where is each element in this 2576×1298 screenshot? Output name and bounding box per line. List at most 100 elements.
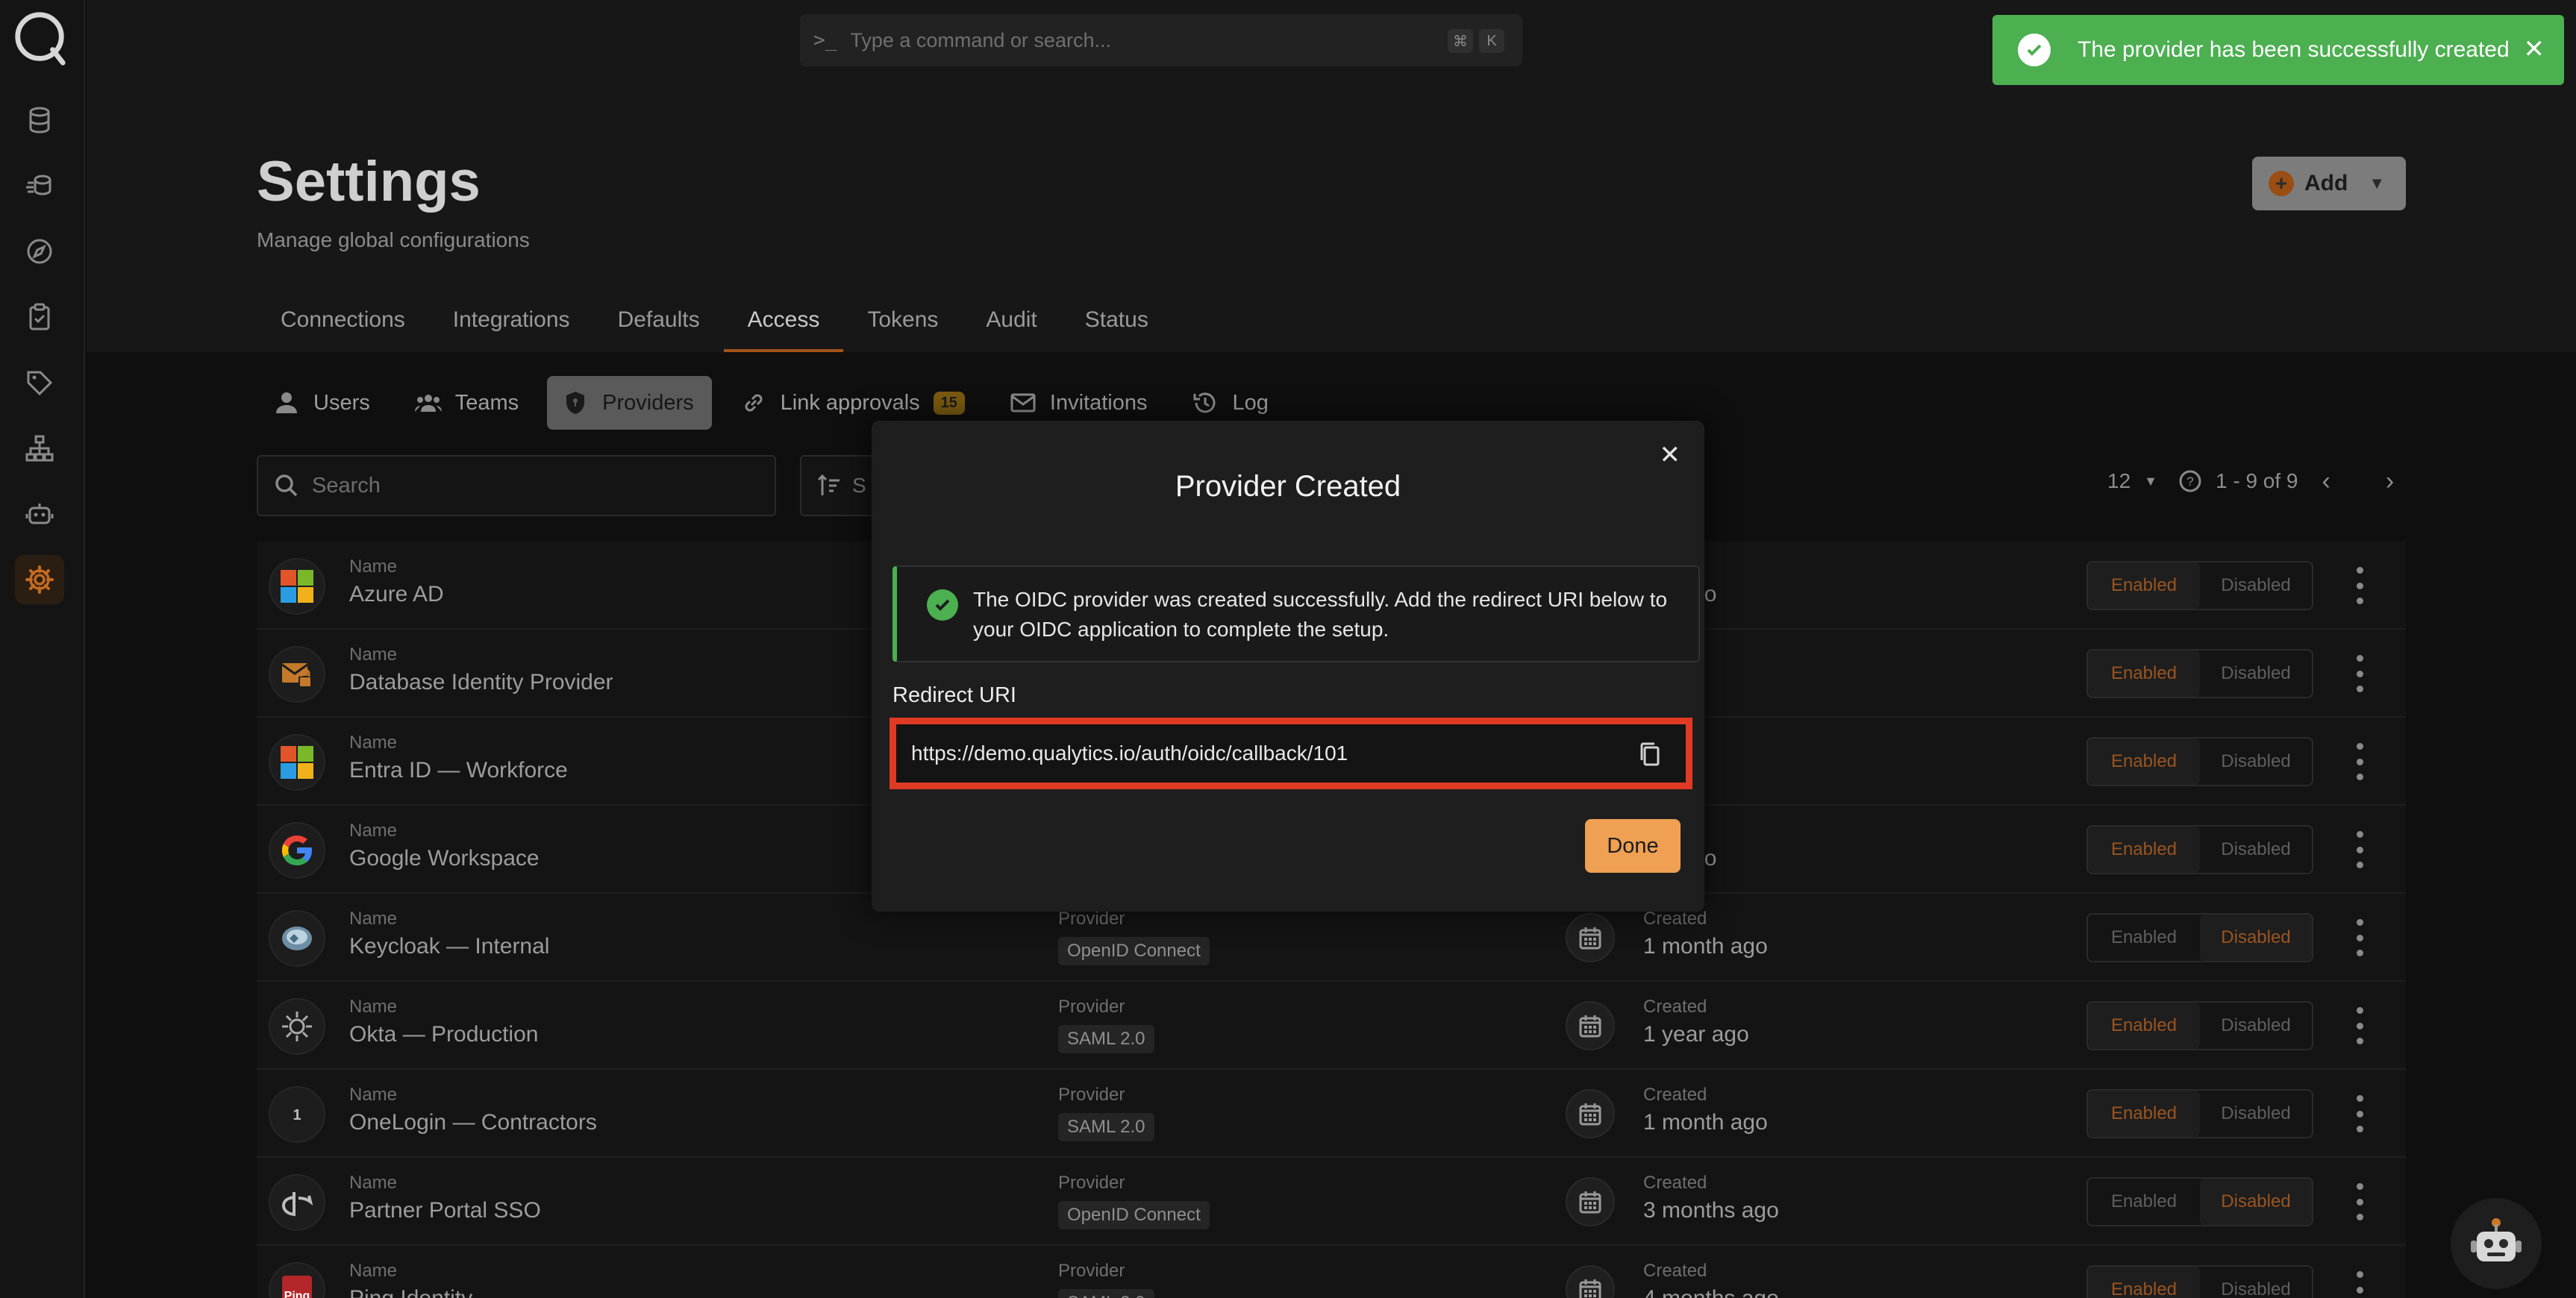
log-label: Log <box>1232 390 1269 415</box>
provider-name: Azure AD <box>349 582 444 606</box>
command-search-bar[interactable]: >_ Type a command or search... ⌘ K <box>800 14 1522 66</box>
created-value: 1 month ago <box>1643 934 1768 959</box>
sort-label: S <box>852 474 866 497</box>
tab-access[interactable]: Access <box>723 303 844 352</box>
enable-toggle: Enabled Disabled <box>2086 1089 2313 1138</box>
disabled-option[interactable]: Disabled <box>2200 562 2312 609</box>
disabled-option[interactable]: Disabled <box>2200 1091 2312 1137</box>
provider-type-label: Provider <box>1058 1261 1125 1281</box>
enable-toggle: Enabled Disabled <box>2086 737 2313 786</box>
calendar-icon <box>1566 913 1615 962</box>
enabled-option[interactable]: Enabled <box>2088 1091 2200 1137</box>
name-label: Name <box>349 645 398 665</box>
subnav-users[interactable]: Users <box>257 376 387 430</box>
search-input[interactable]: Search <box>257 455 776 516</box>
sidebar <box>0 0 85 1298</box>
enabled-option[interactable]: Enabled <box>2088 1003 2200 1049</box>
enabled-option[interactable]: Enabled <box>2088 827 2200 873</box>
next-page-icon[interactable]: › <box>2386 467 2394 496</box>
tab-audit[interactable]: Audit <box>962 303 1060 352</box>
disabled-option[interactable]: Disabled <box>2200 1179 2312 1225</box>
close-icon[interactable]: ✕ <box>1660 440 1681 470</box>
enabled-option[interactable]: Enabled <box>2088 650 2200 697</box>
flows-icon[interactable] <box>15 161 64 210</box>
tags-icon[interactable] <box>15 358 64 407</box>
table-row[interactable]: Ping Name Ping Identity Provider SAML 2.0 Cre… <box>257 1246 2406 1298</box>
enable-toggle: Enabled Disabled <box>2086 913 2313 962</box>
link-approvals-count-badge: 15 <box>933 391 965 415</box>
tab-status[interactable]: Status <box>1061 303 1172 352</box>
datastores-icon[interactable] <box>15 95 64 145</box>
toast-close-icon[interactable]: ✕ <box>2524 34 2545 64</box>
disabled-option[interactable]: Disabled <box>2200 739 2312 785</box>
disabled-option[interactable]: Disabled <box>2200 1267 2312 1298</box>
enabled-option[interactable]: Enabled <box>2088 739 2200 785</box>
provider-type-label: Provider <box>1058 1173 1125 1193</box>
table-row[interactable]: Name Okta — Production Provider SAML 2.0 Cre… <box>257 982 2406 1070</box>
enable-toggle: Enabled Disabled <box>2086 1177 2313 1226</box>
redirect-uri-input[interactable] <box>911 742 1598 765</box>
add-label: Add <box>2304 171 2348 195</box>
assistant-robot-button[interactable] <box>2451 1198 2542 1289</box>
more-options-icon[interactable] <box>2354 1183 2366 1220</box>
provider-type-chip: SAML 2.0 <box>1058 1025 1154 1053</box>
disabled-option[interactable]: Disabled <box>2200 827 2312 873</box>
enabled-option[interactable]: Enabled <box>2088 1179 2200 1225</box>
page-title: Settings <box>257 150 481 213</box>
tab-tokens[interactable]: Tokens <box>843 303 962 352</box>
copy-icon[interactable] <box>1636 741 1663 768</box>
history-icon <box>1193 392 1216 413</box>
name-label: Name <box>349 1085 398 1105</box>
subnav-providers[interactable]: Providers <box>547 376 712 430</box>
done-button[interactable]: Done <box>1585 819 1681 873</box>
toast-message: The provider has been successfully creat… <box>2078 37 2510 62</box>
subnav-teams[interactable]: Teams <box>398 376 535 430</box>
table-row[interactable]: 1 Name OneLogin — Contractors Provider SAML … <box>257 1070 2406 1158</box>
help-icon[interactable]: ? <box>2178 469 2202 493</box>
pagination: 12 ▼ ? 1 - 9 of 9 ‹ › <box>2107 463 2394 500</box>
dialog-title: Provider Created <box>1175 470 1401 503</box>
more-options-icon[interactable] <box>2354 567 2366 604</box>
agents-robot-icon[interactable] <box>15 489 64 539</box>
tab-connections[interactable]: Connections <box>257 303 429 352</box>
more-options-icon[interactable] <box>2354 1271 2366 1298</box>
explore-icon[interactable] <box>15 227 64 276</box>
more-options-icon[interactable] <box>2354 831 2366 868</box>
page-size-select[interactable]: 12 <box>2107 469 2130 493</box>
name-label: Name <box>349 821 398 841</box>
provider-type-label: Provider <box>1058 997 1125 1017</box>
provider-created-dialog: ✕ Provider Created The OIDC provider was… <box>872 421 1704 912</box>
more-options-icon[interactable] <box>2354 655 2366 692</box>
enabled-option[interactable]: Enabled <box>2088 915 2200 961</box>
enable-toggle: Enabled Disabled <box>2086 1001 2313 1050</box>
more-options-icon[interactable] <box>2354 1095 2366 1132</box>
disabled-option[interactable]: Disabled <box>2200 650 2312 697</box>
caret-down-icon[interactable]: ▼ <box>2144 474 2157 489</box>
settings-gear-icon[interactable] <box>15 555 64 604</box>
more-options-icon[interactable] <box>2354 919 2366 956</box>
enabled-option[interactable]: Enabled <box>2088 562 2200 609</box>
provider-name: Ping Identity <box>349 1286 472 1298</box>
enable-toggle: Enabled Disabled <box>2086 649 2313 698</box>
page-subtitle: Manage global configurations <box>257 228 530 251</box>
add-button[interactable]: + Add ▼ <box>2252 157 2406 210</box>
hierarchy-icon[interactable] <box>15 424 64 473</box>
table-row[interactable]: Name Partner Portal SSO Provider OpenID Con… <box>257 1158 2406 1246</box>
shield-icon <box>566 392 585 414</box>
tab-defaults[interactable]: Defaults <box>594 303 724 352</box>
onelogin-logo: 1 <box>269 1086 325 1143</box>
more-options-icon[interactable] <box>2354 1007 2366 1044</box>
app-logo[interactable] <box>10 9 69 67</box>
prev-page-icon[interactable]: ‹ <box>2322 467 2330 496</box>
keycloak-logo <box>269 910 325 967</box>
disabled-option[interactable]: Disabled <box>2200 1003 2312 1049</box>
enabled-option[interactable]: Enabled <box>2088 1267 2200 1298</box>
disabled-option[interactable]: Disabled <box>2200 915 2312 961</box>
ping-logo: Ping <box>269 1262 325 1298</box>
more-options-icon[interactable] <box>2354 743 2366 780</box>
microsoft-logo <box>269 558 325 615</box>
tab-integrations[interactable]: Integrations <box>429 303 594 352</box>
checks-icon[interactable] <box>15 292 64 342</box>
created-value: 3 months ago <box>1643 1198 1779 1223</box>
provider-name: Partner Portal SSO <box>349 1198 541 1223</box>
